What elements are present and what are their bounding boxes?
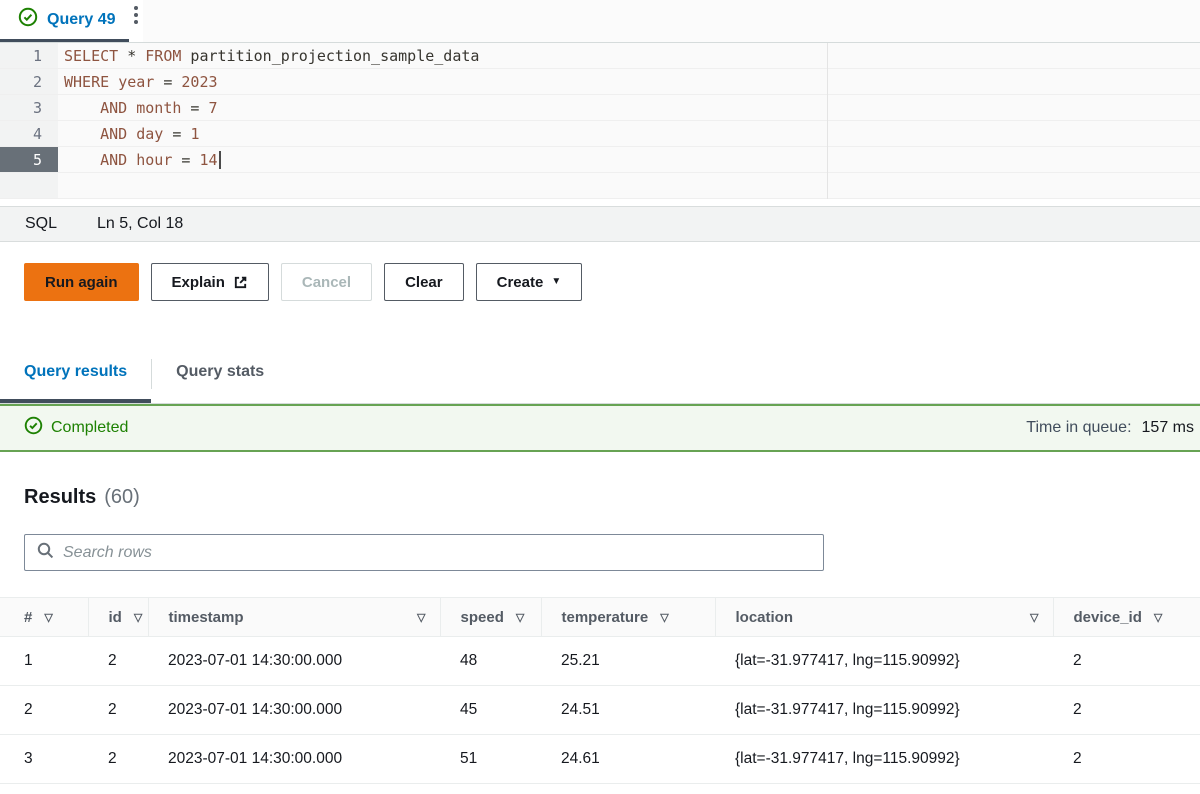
- action-button-row: Run again Explain Cancel Clear Create ▼: [0, 263, 1200, 301]
- query-success-icon: [18, 7, 38, 32]
- completed-check-icon: [24, 416, 43, 440]
- search-rows-input[interactable]: [63, 544, 811, 562]
- editor-line-number: 5: [0, 147, 58, 172]
- search-icon: [37, 542, 54, 564]
- table-cell: 25.21: [541, 637, 715, 686]
- cursor-position-label: Ln 5, Col 18: [97, 215, 183, 233]
- results-table: #▽id▽timestamp▽speed▽temperature▽locatio…: [0, 597, 1200, 784]
- column-header-location[interactable]: location ▽: [715, 598, 1053, 637]
- table-cell: 2: [1053, 686, 1200, 735]
- external-link-icon: [233, 275, 248, 290]
- table-cell: 1: [0, 637, 88, 686]
- table-cell: 3: [0, 735, 88, 784]
- column-label: temperature: [562, 609, 649, 626]
- editor-status-bar: SQL Ln 5, Col 18: [0, 206, 1200, 242]
- column-header-device_id[interactable]: device_id ▽: [1053, 598, 1200, 637]
- clear-button[interactable]: Clear: [384, 263, 464, 301]
- table-cell: 24.61: [541, 735, 715, 784]
- tab-query-stats[interactable]: Query stats: [152, 345, 288, 403]
- table-cell: 51: [440, 735, 541, 784]
- table-cell: 24.51: [541, 686, 715, 735]
- query-tab-title: Query 49: [47, 11, 115, 29]
- results-count: (60): [104, 486, 140, 509]
- column-label: location: [736, 609, 794, 626]
- editor-line[interactable]: 4 AND day = 1: [0, 121, 1200, 147]
- table-cell: 45: [440, 686, 541, 735]
- table-cell: {lat=-31.977417, lng=115.90992}: [715, 637, 1053, 686]
- column-filter-icon[interactable]: ▽: [516, 611, 524, 624]
- table-cell: 2023-07-01 14:30:00.000: [148, 735, 440, 784]
- table-cell: {lat=-31.977417, lng=115.90992}: [715, 735, 1053, 784]
- text-cursor: [219, 151, 221, 169]
- column-label: device_id: [1074, 609, 1142, 626]
- table-cell: 2: [1053, 735, 1200, 784]
- search-box: [24, 534, 824, 571]
- table-cell: 2: [88, 686, 148, 735]
- editor-line-number: [0, 173, 58, 198]
- column-label: speed: [461, 609, 504, 626]
- editor-line-number: 4: [0, 121, 58, 146]
- query-tab[interactable]: Query 49: [0, 0, 129, 42]
- cancel-button[interactable]: Cancel: [281, 263, 372, 301]
- column-label: id: [109, 609, 122, 626]
- table-header-row: #▽id▽timestamp▽speed▽temperature▽locatio…: [0, 598, 1200, 637]
- time-in-queue-label: Time in queue:: [1026, 419, 1131, 437]
- editor-line-number: 3: [0, 95, 58, 120]
- query-tab-menu-icon[interactable]: [129, 0, 143, 42]
- editor-code-text[interactable]: AND month = 7: [58, 95, 1200, 120]
- column-header-num[interactable]: #▽: [0, 598, 88, 637]
- column-label: timestamp: [169, 609, 244, 626]
- table-cell: {lat=-31.977417, lng=115.90992}: [715, 686, 1053, 735]
- editor-code-text[interactable]: SELECT * FROM partition_projection_sampl…: [58, 43, 1200, 68]
- query-tab-bar: Query 49: [0, 0, 1200, 43]
- table-cell: 48: [440, 637, 541, 686]
- table-row: 122023-07-01 14:30:00.0004825.21{lat=-31…: [0, 637, 1200, 686]
- column-filter-icon[interactable]: ▽: [1030, 611, 1038, 624]
- editor-line-number: 2: [0, 69, 58, 94]
- tab-query-results[interactable]: Query results: [0, 345, 151, 403]
- column-filter-icon[interactable]: ▽: [417, 611, 425, 624]
- explain-button[interactable]: Explain: [151, 263, 269, 301]
- editor-line[interactable]: 3 AND month = 7: [0, 95, 1200, 121]
- editor-line-number: 1: [0, 43, 58, 68]
- column-filter-icon[interactable]: ▽: [1154, 611, 1162, 624]
- editor-print-margin: [827, 43, 828, 199]
- column-filter-icon[interactable]: ▽: [134, 611, 142, 624]
- editor-line[interactable]: 2WHERE year = 2023: [0, 69, 1200, 95]
- column-filter-icon[interactable]: ▽: [44, 611, 52, 624]
- sql-editor[interactable]: 1SELECT * FROM partition_projection_samp…: [0, 43, 1200, 199]
- tab-bar-filler: [143, 0, 1200, 42]
- editor-line[interactable]: [0, 173, 1200, 199]
- editor-line[interactable]: 5 AND hour = 14: [0, 147, 1200, 173]
- editor-code-text[interactable]: AND day = 1: [58, 121, 1200, 146]
- column-header-speed[interactable]: speed ▽: [440, 598, 541, 637]
- editor-code-text[interactable]: AND hour = 14: [58, 147, 1200, 172]
- column-header-timestamp[interactable]: timestamp ▽: [148, 598, 440, 637]
- results-tab-bar: Query results Query stats: [0, 345, 1200, 404]
- column-header-temperature[interactable]: temperature ▽: [541, 598, 715, 637]
- editor-code-text[interactable]: WHERE year = 2023: [58, 69, 1200, 94]
- create-button[interactable]: Create ▼: [476, 263, 583, 301]
- status-completed-label: Completed: [51, 419, 128, 437]
- table-cell: 2: [1053, 637, 1200, 686]
- column-label: #: [24, 609, 32, 626]
- chevron-down-icon: ▼: [551, 277, 561, 287]
- editor-line[interactable]: 1SELECT * FROM partition_projection_samp…: [0, 43, 1200, 69]
- table-cell: 2: [88, 637, 148, 686]
- table-cell: 2023-07-01 14:30:00.000: [148, 637, 440, 686]
- run-again-button[interactable]: Run again: [24, 263, 139, 301]
- table-row: 222023-07-01 14:30:00.0004524.51{lat=-31…: [0, 686, 1200, 735]
- results-header: Results (60): [24, 486, 1200, 509]
- editor-language-label: SQL: [25, 215, 57, 233]
- results-title: Results: [24, 486, 96, 509]
- column-header-id[interactable]: id ▽: [88, 598, 148, 637]
- editor-code-text[interactable]: [58, 173, 1200, 198]
- time-in-queue-value: 157 ms: [1142, 419, 1194, 437]
- query-status-banner: Completed Time in queue: 157 ms: [0, 404, 1200, 452]
- table-cell: 2023-07-01 14:30:00.000: [148, 686, 440, 735]
- table-cell: 2: [0, 686, 88, 735]
- column-filter-icon[interactable]: ▽: [660, 611, 668, 624]
- table-row: 322023-07-01 14:30:00.0005124.61{lat=-31…: [0, 735, 1200, 784]
- table-cell: 2: [88, 735, 148, 784]
